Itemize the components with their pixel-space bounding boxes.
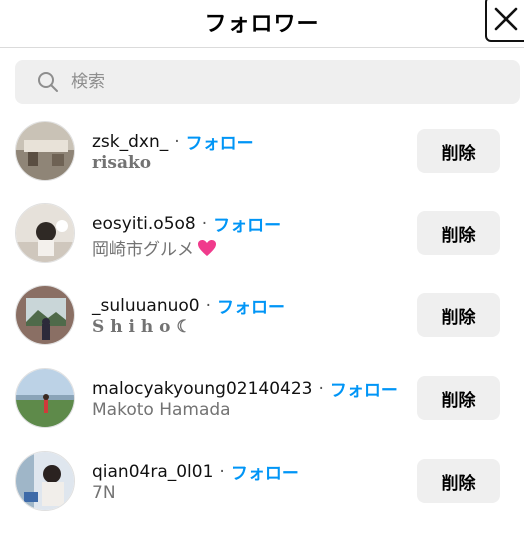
close-button[interactable]: [485, 0, 524, 42]
username[interactable]: _suluuanuo0: [92, 296, 200, 316]
follower-row: malocyakyoung02140423 · フォロー Makoto Hama…: [0, 368, 524, 450]
remove-button[interactable]: 削除: [417, 376, 500, 420]
follower-row: _suluuanuo0 · フォロー S h i h o ☾ 削除: [0, 285, 524, 367]
separator-dot: ·: [174, 131, 180, 152]
avatar[interactable]: [15, 121, 75, 181]
dialog-header: フォロワー: [0, 0, 524, 48]
username[interactable]: qian04ra_0l01: [92, 462, 213, 482]
separator-dot: ·: [219, 461, 225, 482]
heart-icon: [198, 239, 216, 256]
display-name: 岡崎市グルメ: [92, 240, 194, 260]
display-name: S h i h o ☾: [92, 317, 192, 337]
remove-button[interactable]: 削除: [417, 293, 500, 337]
follow-link[interactable]: フォロー: [330, 376, 398, 401]
username[interactable]: zsk_dxn_: [92, 132, 168, 152]
avatar[interactable]: [15, 451, 75, 511]
follower-row: qian04ra_0l01 · フォロー 7N 削除: [0, 451, 524, 533]
remove-button[interactable]: 削除: [417, 129, 500, 173]
display-name: risako: [92, 153, 152, 173]
follow-link[interactable]: フォロー: [217, 293, 285, 318]
remove-button[interactable]: 削除: [417, 211, 500, 255]
follow-link[interactable]: フォロー: [231, 459, 299, 484]
display-name: 7N: [92, 483, 116, 503]
close-icon: [494, 7, 518, 31]
username[interactable]: eosyiti.o5o8: [92, 214, 196, 234]
separator-dot: ·: [201, 213, 208, 234]
avatar[interactable]: [15, 203, 75, 263]
remove-button[interactable]: 削除: [417, 459, 500, 503]
dialog-title: フォロワー: [204, 12, 320, 37]
search-input[interactable]: [69, 71, 453, 93]
separator-dot: ·: [318, 378, 324, 399]
follower-row: eosyiti.o5o8 · フォロー 岡崎市グルメ 削除: [0, 203, 524, 285]
follower-row: zsk_dxn_ · フォロー risako 削除: [0, 121, 524, 203]
follow-link[interactable]: フォロー: [186, 129, 254, 154]
search-icon: [38, 72, 58, 92]
separator-dot: ·: [205, 295, 211, 316]
username[interactable]: malocyakyoung02140423: [92, 379, 313, 399]
search-bar[interactable]: [15, 60, 520, 104]
avatar[interactable]: [15, 368, 75, 428]
follow-link[interactable]: フォロー: [213, 211, 281, 236]
display-name: Makoto Hamada: [92, 400, 231, 420]
avatar[interactable]: [15, 285, 75, 345]
